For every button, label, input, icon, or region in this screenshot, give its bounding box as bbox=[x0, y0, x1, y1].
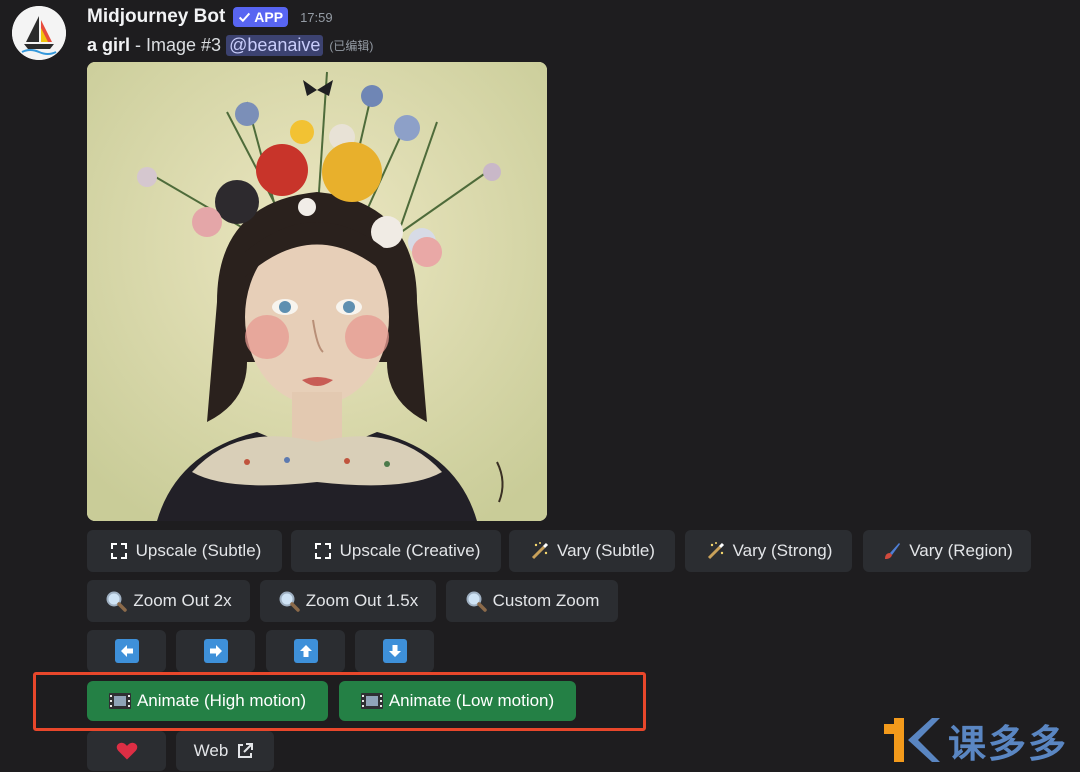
web-link-button[interactable]: Web bbox=[176, 731, 274, 771]
heart-icon bbox=[116, 740, 138, 762]
watermark: 课多多 bbox=[880, 712, 1080, 768]
timestamp: 17:59 bbox=[300, 9, 333, 25]
checkmark-icon bbox=[239, 12, 251, 22]
user-mention[interactable]: @beanaive bbox=[226, 34, 324, 56]
expand-icon bbox=[108, 540, 130, 562]
button-label: Zoom Out 2x bbox=[133, 591, 232, 610]
button-label: Custom Zoom bbox=[492, 591, 600, 610]
author-name[interactable]: Midjourney Bot bbox=[87, 6, 225, 28]
vary-subtle-button[interactable]: Vary (Subtle) bbox=[509, 530, 675, 572]
paintbrush-icon bbox=[881, 540, 903, 562]
button-label: Vary (Strong) bbox=[732, 541, 833, 560]
message-content: a girl - Image #3 @beanaive (已编辑) bbox=[87, 32, 373, 58]
highlight-box bbox=[33, 672, 646, 731]
arrow-left-icon bbox=[114, 639, 139, 663]
generated-image[interactable] bbox=[87, 62, 547, 521]
edited-indicator: (已编辑) bbox=[329, 38, 374, 53]
magnifier-icon bbox=[278, 590, 300, 612]
external-link-icon bbox=[234, 740, 256, 762]
app-badge: APP bbox=[233, 7, 289, 27]
pan-up-button[interactable] bbox=[266, 630, 345, 672]
image-label: - Image #3 bbox=[135, 34, 222, 55]
arrow-down-icon bbox=[382, 639, 407, 663]
button-label: Upscale (Subtle) bbox=[135, 541, 262, 560]
button-label: Upscale (Creative) bbox=[339, 541, 481, 560]
pan-left-button[interactable] bbox=[87, 630, 166, 672]
zoom-out-2x-button[interactable]: Zoom Out 2x bbox=[87, 580, 250, 622]
arrow-up-icon bbox=[293, 639, 318, 663]
girl-portrait-image bbox=[87, 62, 547, 521]
message-header: Midjourney Bot APP 17:59 bbox=[87, 4, 333, 30]
vary-strong-button[interactable]: Vary (Strong) bbox=[685, 530, 852, 572]
pan-right-button[interactable] bbox=[176, 630, 255, 672]
arrow-right-icon bbox=[203, 639, 228, 663]
magnifier-icon bbox=[105, 590, 128, 612]
pan-down-button[interactable] bbox=[355, 630, 434, 672]
magnifier-icon bbox=[465, 590, 487, 612]
button-label: Zoom Out 1.5x bbox=[305, 591, 419, 610]
app-badge-label: APP bbox=[254, 9, 284, 25]
watermark-text: 课多多 bbox=[948, 723, 1069, 766]
button-label: Vary (Region) bbox=[909, 541, 1013, 560]
bot-avatar[interactable] bbox=[12, 6, 66, 60]
sailboat-logo-icon bbox=[12, 6, 66, 60]
upscale-creative-button[interactable]: Upscale (Creative) bbox=[291, 530, 501, 572]
magic-wand-icon bbox=[705, 540, 727, 562]
custom-zoom-button[interactable]: Custom Zoom bbox=[446, 580, 618, 622]
watermark-logo-icon bbox=[884, 718, 940, 762]
button-label: Vary (Subtle) bbox=[557, 541, 655, 560]
prompt-text: a girl bbox=[87, 34, 131, 55]
favorite-button[interactable] bbox=[87, 731, 166, 771]
magic-wand-icon bbox=[529, 540, 551, 562]
button-label: Web bbox=[193, 741, 229, 760]
zoom-out-1-5x-button[interactable]: Zoom Out 1.5x bbox=[260, 580, 436, 622]
expand-icon bbox=[312, 540, 334, 562]
vary-region-button[interactable]: Vary (Region) bbox=[863, 530, 1031, 572]
upscale-subtle-button[interactable]: Upscale (Subtle) bbox=[87, 530, 282, 572]
